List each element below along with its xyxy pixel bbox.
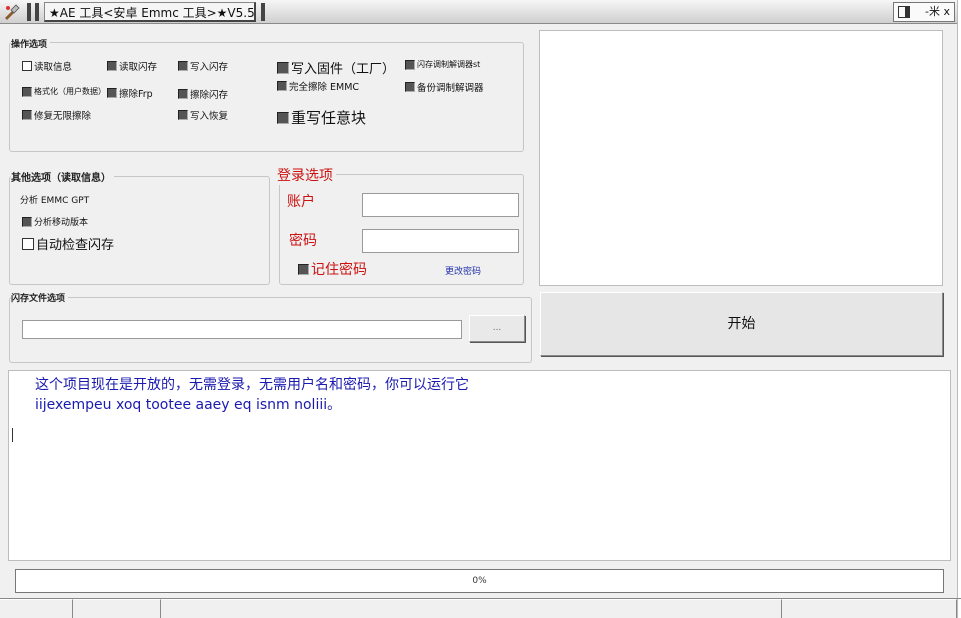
checkbox-label: 写入闪存 bbox=[190, 62, 229, 73]
maximize-icon[interactable] bbox=[898, 6, 910, 18]
checkbox-icon[interactable] bbox=[107, 88, 117, 98]
operations-group-title: 操作选项 bbox=[11, 37, 51, 50]
checkbox-rewrite-any-block[interactable]: 重写任意块 bbox=[277, 107, 366, 128]
status-cell bbox=[161, 599, 782, 618]
checkbox-full-erase-emmc[interactable]: 完全擦除 EMMC bbox=[277, 79, 359, 93]
checkbox-format-userdata[interactable]: 格式化（用户数据） bbox=[22, 86, 106, 97]
checkbox-icon[interactable] bbox=[178, 61, 188, 71]
checkbox-write-flash[interactable]: 写入闪存 bbox=[178, 59, 228, 73]
app-icon bbox=[5, 4, 20, 20]
checkbox-label: 擦除闪存 bbox=[190, 90, 229, 101]
checkbox-repair-infinite-erase[interactable]: 修复无限擦除 bbox=[22, 108, 91, 122]
title-grip-icon bbox=[35, 3, 39, 21]
status-cell bbox=[0, 599, 73, 618]
progress-label: 0% bbox=[472, 576, 487, 586]
title-grip-icon bbox=[261, 3, 265, 21]
log-output[interactable]: 这个项目现在是开放的，无需登录，无需用户名和密码，你可以运行它 iijexemp… bbox=[8, 370, 951, 561]
browse-file-button[interactable]: ... bbox=[469, 315, 525, 342]
checkbox-write-firmware[interactable]: 写入固件（工厂） bbox=[277, 58, 395, 77]
checkbox-label: 擦除Frp bbox=[119, 89, 153, 100]
checkbox-label: 完全擦除 EMMC bbox=[289, 82, 360, 93]
checkbox-label: 读取信息 bbox=[34, 62, 73, 73]
title-bar[interactable]: ★AE 工具<安卓 Emmc 工具>★V5.5 -米 x bbox=[0, 0, 961, 24]
info-display-panel bbox=[539, 30, 943, 286]
checkbox-icon[interactable] bbox=[405, 59, 415, 70]
checkbox-label: 记住密码 bbox=[311, 262, 367, 278]
checkbox-icon[interactable] bbox=[107, 61, 117, 71]
checkbox-icon[interactable] bbox=[22, 86, 32, 97]
checkbox-label: 分析移动版本 bbox=[34, 218, 89, 228]
title-grip-icon bbox=[27, 3, 31, 21]
account-input[interactable] bbox=[362, 193, 519, 217]
checkbox-icon[interactable] bbox=[277, 81, 287, 91]
checkbox-analyze-mobile-version[interactable]: 分析移动版本 bbox=[22, 215, 88, 228]
checkbox-icon[interactable] bbox=[277, 111, 289, 124]
checkbox-flash-modem[interactable]: 闪存调制解调器st bbox=[405, 59, 480, 70]
other-options-title: 其他选项（读取信息） bbox=[11, 169, 114, 184]
checkbox-icon[interactable] bbox=[405, 82, 415, 92]
checkbox-write-recovery[interactable]: 写入恢复 bbox=[178, 108, 228, 122]
checkbox-icon[interactable] bbox=[277, 61, 289, 74]
account-label: 账户 bbox=[287, 194, 315, 210]
flash-file-title: 闪存文件选项 bbox=[11, 291, 69, 304]
checkbox-label: 重写任意块 bbox=[291, 109, 367, 127]
window-title: ★AE 工具<安卓 Emmc 工具>★V5.5 bbox=[44, 2, 256, 22]
checkbox-erase-flash[interactable]: 擦除闪存 bbox=[178, 87, 228, 101]
window-controls-label[interactable]: -米 x bbox=[925, 5, 950, 18]
window-controls[interactable]: -米 x bbox=[893, 2, 955, 22]
checkbox-icon[interactable] bbox=[298, 263, 309, 275]
checkbox-label: 写入固件（工厂） bbox=[291, 62, 396, 77]
flash-file-path-input[interactable] bbox=[22, 320, 462, 339]
checkbox-icon[interactable] bbox=[22, 61, 32, 71]
password-label: 密码 bbox=[289, 233, 317, 249]
checkbox-label: 闪存调制解调器st bbox=[417, 60, 481, 69]
password-input[interactable] bbox=[362, 229, 519, 253]
log-message: 这个项目现在是开放的，无需登录，无需用户名和密码，你可以运行它 iijexemp… bbox=[35, 377, 469, 413]
checkbox-label: 读取闪存 bbox=[119, 62, 158, 73]
change-password-link[interactable]: 更改密码 bbox=[445, 264, 481, 277]
start-button[interactable]: 开始 bbox=[540, 292, 943, 356]
checkbox-icon[interactable] bbox=[22, 216, 32, 227]
checkbox-label: 备份调制解调器 bbox=[417, 83, 484, 94]
window-edge bbox=[957, 0, 961, 618]
checkbox-read-info[interactable]: 读取信息 bbox=[22, 59, 72, 73]
checkbox-label: 格式化（用户数据） bbox=[34, 87, 106, 96]
checkbox-label: 写入恢复 bbox=[190, 111, 229, 122]
title-bar-fill bbox=[274, 2, 888, 22]
checkbox-icon[interactable] bbox=[178, 110, 188, 120]
checkbox-auto-check-flash[interactable]: 自动检查闪存 bbox=[22, 234, 114, 253]
status-cell bbox=[782, 599, 957, 618]
checkbox-backup-modem[interactable]: 备份调制解调器 bbox=[405, 80, 484, 94]
status-bar bbox=[0, 598, 961, 618]
checkbox-read-flash[interactable]: 读取闪存 bbox=[107, 59, 157, 73]
login-options-title: 登录选项 bbox=[277, 165, 336, 185]
status-cell bbox=[73, 599, 161, 618]
checkbox-label: 修复无限擦除 bbox=[34, 111, 92, 122]
text-caret bbox=[12, 428, 13, 442]
progress-bar: 0% bbox=[15, 569, 944, 593]
checkbox-icon[interactable] bbox=[22, 110, 32, 120]
checkbox-remember-password[interactable]: 记住密码 bbox=[298, 259, 367, 279]
checkbox-icon[interactable] bbox=[178, 89, 188, 99]
checkbox-label: 自动检查闪存 bbox=[36, 238, 115, 253]
analyze-emmc-gpt-label: 分析 EMMC GPT bbox=[20, 196, 90, 206]
checkbox-icon[interactable] bbox=[22, 237, 34, 250]
checkbox-erase-frp[interactable]: 擦除Frp bbox=[107, 86, 153, 100]
